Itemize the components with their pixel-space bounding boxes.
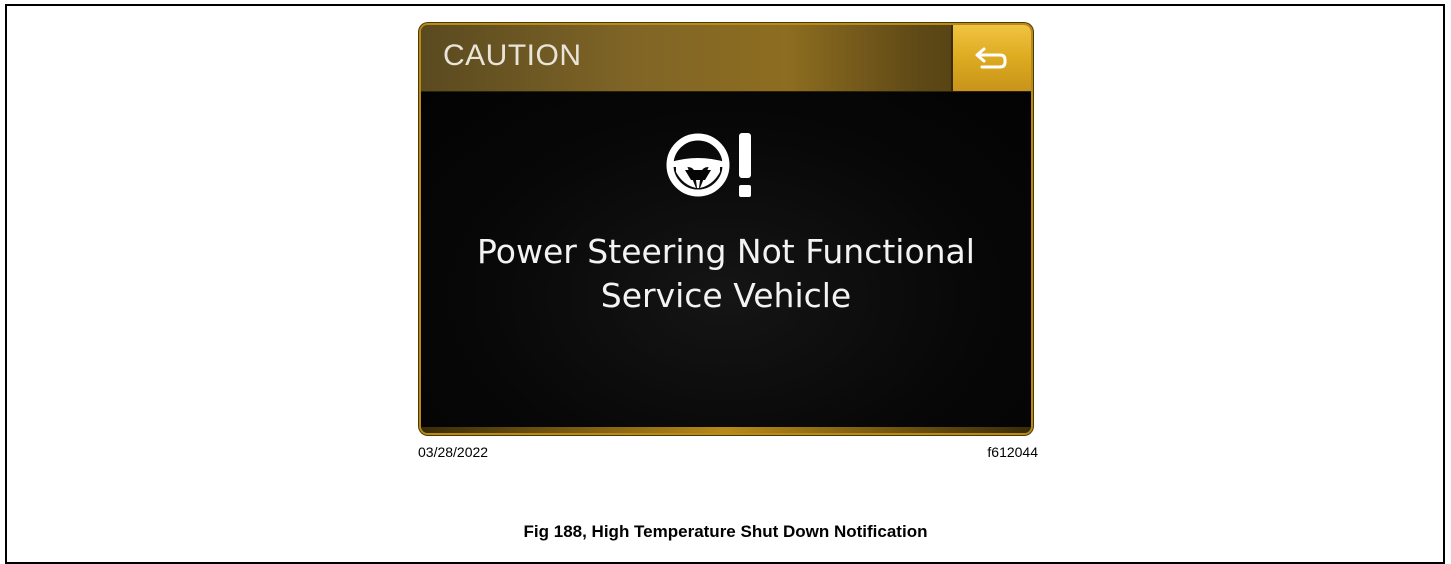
warning-message: Power Steering Not Functional Service Ve… xyxy=(421,230,1031,318)
caution-header: CAUTION xyxy=(421,25,1031,92)
back-button[interactable] xyxy=(951,25,1031,91)
message-area: Power Steering Not Functional Service Ve… xyxy=(421,92,1031,433)
back-arrow-icon xyxy=(975,47,1007,69)
figure-code: f612044 xyxy=(987,444,1038,460)
figure-caption: Fig 188, High Temperature Shut Down Noti… xyxy=(523,522,928,541)
message-line-1: Power Steering Not Functional xyxy=(477,232,975,271)
header-title: CAUTION xyxy=(443,39,582,72)
figure-date: 03/28/2022 xyxy=(418,444,489,460)
message-line-2: Service Vehicle xyxy=(600,276,852,315)
screen-bottom-edge xyxy=(421,427,1031,433)
steering-wheel-warning-icon xyxy=(663,130,793,200)
caution-screen: CAUTION Power Steering Not Functional Se… xyxy=(421,25,1031,433)
